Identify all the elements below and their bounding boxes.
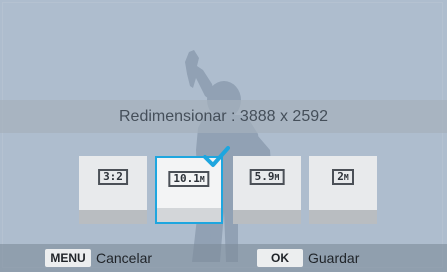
child-silhouette-background bbox=[185, 50, 272, 262]
check-icon bbox=[203, 146, 230, 167]
resize-title: Redimensionar : 3888 x 2592 bbox=[118, 108, 329, 125]
ok-key[interactable]: OK bbox=[257, 249, 303, 267]
option-5-9m[interactable]: 5.9M bbox=[233, 156, 301, 224]
size-10-1m-icon: 10.1M bbox=[168, 171, 210, 187]
menu-key[interactable]: MENU bbox=[45, 249, 91, 267]
cancel-label[interactable]: Cancelar bbox=[96, 248, 152, 268]
option-3-2[interactable]: 3:2 bbox=[79, 156, 147, 224]
camera-screen: Redimensionar : 3888 x 2592 3:2 10.1M 5.… bbox=[0, 0, 447, 272]
size-2m-icon: 2M bbox=[332, 169, 354, 185]
aspect-3-2-icon: 3:2 bbox=[98, 169, 128, 185]
title-bar: Redimensionar : 3888 x 2592 bbox=[0, 100, 447, 133]
option-2m[interactable]: 2M bbox=[309, 156, 377, 224]
save-label[interactable]: Guardar bbox=[308, 248, 359, 268]
footer-bar: MENU Cancelar OK Guardar bbox=[0, 244, 447, 272]
size-5-9m-icon: 5.9M bbox=[249, 169, 285, 185]
